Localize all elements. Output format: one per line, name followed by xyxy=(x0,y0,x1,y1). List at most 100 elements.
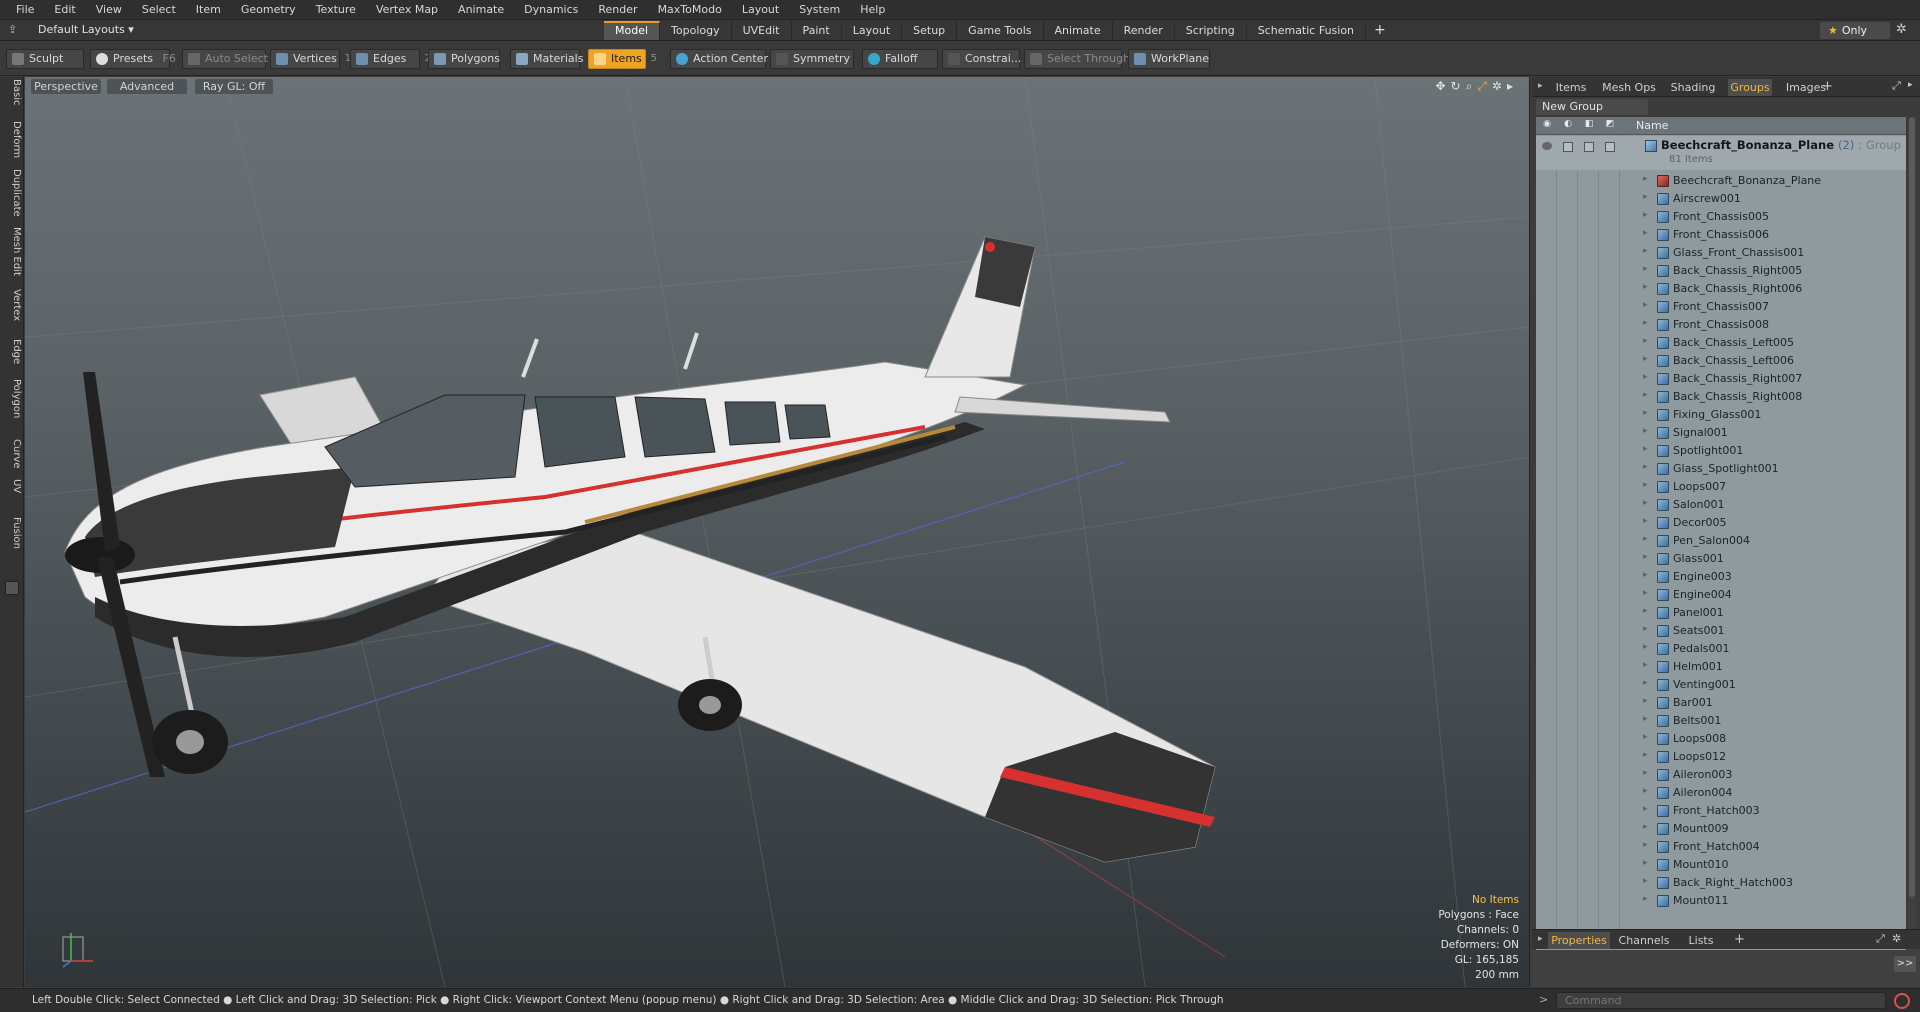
layout-tab-scripting[interactable]: Scripting xyxy=(1175,21,1247,40)
expand-arrow-icon[interactable]: ▸ xyxy=(1643,588,1648,598)
menu-maxtomodo[interactable]: MaxToModo xyxy=(648,0,732,20)
group-row[interactable]: Beechcraft_Bonanza_Plane (2) : Group 81 … xyxy=(1536,136,1906,170)
scene-render[interactable] xyxy=(25,77,1530,987)
add-properties-tab-icon[interactable]: + xyxy=(1734,932,1745,947)
menu-system[interactable]: System xyxy=(789,0,850,20)
zoom-icon[interactable]: ⌕ xyxy=(1466,79,1473,94)
items-button[interactable]: Items 5 xyxy=(588,49,657,69)
left-tab-curve[interactable]: Curve xyxy=(2,439,22,469)
properties-maximize-icon[interactable]: ⤢ xyxy=(1876,932,1885,946)
layout-tab-topology[interactable]: Topology xyxy=(660,21,732,40)
menu-help[interactable]: Help xyxy=(850,0,895,20)
symmetry-button[interactable]: Symmetry xyxy=(770,49,854,69)
expand-arrow-icon[interactable]: ▸ xyxy=(1643,858,1648,868)
list-item[interactable]: ▸ Back_Chassis_Right007 xyxy=(1536,370,1906,388)
expand-arrow-icon[interactable]: ▸ xyxy=(1643,390,1648,400)
list-item[interactable]: ▸ Back_Chassis_Right005 xyxy=(1536,262,1906,280)
expand-arrow-icon[interactable]: ▸ xyxy=(1643,300,1648,310)
left-tab-basic[interactable]: Basic xyxy=(2,79,22,105)
list-item[interactable]: ▸ Beechcraft_Bonanza_Plane xyxy=(1536,172,1906,190)
fit-icon[interactable]: ⤢ xyxy=(1477,79,1487,94)
polygons-button[interactable]: Polygons xyxy=(428,49,500,69)
list-item[interactable]: ▸ Back_Chassis_Left005 xyxy=(1536,334,1906,352)
menu-item[interactable]: Item xyxy=(186,0,231,20)
expand-arrow-icon[interactable]: ▸ xyxy=(1643,606,1648,616)
menu-render[interactable]: Render xyxy=(588,0,647,20)
shading-mode-dropdown[interactable]: Advanced xyxy=(107,79,187,94)
layout-tab-model[interactable]: Model xyxy=(604,21,661,40)
list-item[interactable]: ▸ Back_Right_Hatch003 xyxy=(1536,874,1906,892)
expand-arrow-icon[interactable]: ▸ xyxy=(1643,210,1648,220)
list-item[interactable]: ▸ Glass_Front_Chassis001 xyxy=(1536,244,1906,262)
expand-arrow-icon[interactable]: ▸ xyxy=(1643,570,1648,580)
expand-arrow-icon[interactable]: ▸ xyxy=(1643,354,1648,364)
layout-tab-schematic-fusion[interactable]: Schematic Fusion xyxy=(1247,21,1367,40)
expand-arrow-icon[interactable]: ▸ xyxy=(1643,444,1648,454)
expand-arrow-icon[interactable]: ▸ xyxy=(1643,660,1648,670)
list-item[interactable]: ▸ Glass_Spotlight001 xyxy=(1536,460,1906,478)
menu-view[interactable]: View xyxy=(86,0,132,20)
viewport-settings-icon[interactable]: ✲ xyxy=(1492,79,1502,94)
expand-arrow-icon[interactable]: ▸ xyxy=(1643,696,1648,706)
layouts-dropdown[interactable]: Default Layouts ▾ xyxy=(38,23,134,36)
list-item[interactable]: ▸ Loops008 xyxy=(1536,730,1906,748)
expand-arrow-icon[interactable]: ▸ xyxy=(1643,804,1648,814)
left-tab-duplicate[interactable]: Duplicate xyxy=(2,169,22,217)
panel-tab-shading[interactable]: Shading xyxy=(1666,79,1720,96)
left-tab-edge[interactable]: Edge xyxy=(2,339,22,364)
panel-tab-mesh-ops[interactable]: Mesh Ops xyxy=(1600,79,1658,96)
expand-arrow-icon[interactable]: ▸ xyxy=(1643,876,1648,886)
list-item[interactable]: ▸ Mount009 xyxy=(1536,820,1906,838)
expand-arrow-icon[interactable]: ▸ xyxy=(1643,768,1648,778)
left-tab-mesh-edit[interactable]: Mesh Edit xyxy=(2,227,22,276)
menu-vertex-map[interactable]: Vertex Map xyxy=(366,0,448,20)
list-item[interactable]: ▸ Front_Chassis007 xyxy=(1536,298,1906,316)
properties-tab-channels[interactable]: Channels xyxy=(1616,932,1672,949)
rotate-icon[interactable]: ↻ xyxy=(1451,79,1461,94)
expand-arrow-icon[interactable]: ▸ xyxy=(1643,498,1648,508)
layout-tab-uvedit[interactable]: UVEdit xyxy=(732,21,792,40)
view-dropdown[interactable]: Perspective xyxy=(31,79,101,94)
expand-arrow-icon[interactable]: ▸ xyxy=(1643,678,1648,688)
3d-viewport[interactable]: Perspective Advanced Ray GL: Off ✥ ↻ ⌕ ⤢… xyxy=(25,77,1530,987)
left-tab-vertex[interactable]: Vertex xyxy=(2,289,22,321)
expand-arrow-icon[interactable]: ▸ xyxy=(1643,822,1648,832)
select-column-icon[interactable]: ◩ xyxy=(1604,119,1616,131)
expand-arrow-icon[interactable]: ▸ xyxy=(1643,534,1648,544)
expand-arrow-icon[interactable]: ▸ xyxy=(1643,192,1648,202)
expand-arrow-icon[interactable]: ▸ xyxy=(1643,246,1648,256)
expand-arrow-icon[interactable]: ▸ xyxy=(1643,894,1648,904)
expand-arrow-icon[interactable]: ▸ xyxy=(1643,624,1648,634)
properties-menu-icon[interactable]: ▸ xyxy=(1538,934,1543,944)
properties-tab-properties[interactable]: Properties xyxy=(1548,932,1610,949)
gear-icon[interactable]: ✲ xyxy=(1896,22,1907,37)
menu-geometry[interactable]: Geometry xyxy=(231,0,306,20)
workplane-button[interactable]: WorkPlane xyxy=(1128,49,1210,69)
expand-arrow-icon[interactable]: ▸ xyxy=(1643,426,1648,436)
add-layout-tab-icon[interactable]: + xyxy=(1366,21,1394,40)
app-logo-icon[interactable]: ⇪ xyxy=(8,23,22,37)
expand-arrow-icon[interactable]: ▸ xyxy=(1643,642,1648,652)
auto-select-button[interactable]: Auto Select xyxy=(182,49,268,69)
list-item[interactable]: ▸ Glass001 xyxy=(1536,550,1906,568)
raygl-toggle[interactable]: Ray GL: Off xyxy=(195,79,273,94)
list-item[interactable]: ▸ Front_Hatch004 xyxy=(1536,838,1906,856)
expand-arrow-icon[interactable]: ▸ xyxy=(1643,174,1648,184)
list-item[interactable]: ▸ Spotlight001 xyxy=(1536,442,1906,460)
list-item[interactable]: ▸ Back_Chassis_Left006 xyxy=(1536,352,1906,370)
expand-arrow-icon[interactable]: ▸ xyxy=(1643,714,1648,724)
list-item[interactable]: ▸ Mount010 xyxy=(1536,856,1906,874)
menu-dynamics[interactable]: Dynamics xyxy=(514,0,588,20)
expand-arrow-icon[interactable]: ▸ xyxy=(1643,408,1648,418)
list-item[interactable]: ▸ Decor005 xyxy=(1536,514,1906,532)
menu-file[interactable]: File xyxy=(6,0,44,20)
list-item[interactable]: ▸ Engine003 xyxy=(1536,568,1906,586)
menu-edit[interactable]: Edit xyxy=(44,0,85,20)
expand-arrow-icon[interactable]: ▸ xyxy=(1643,264,1648,274)
presets-button[interactable]: Presets F6 xyxy=(90,49,176,69)
panel-options-icon[interactable]: ▸ xyxy=(1908,80,1913,90)
list-item[interactable]: ▸ Mount011 xyxy=(1536,892,1906,910)
list-item[interactable]: ▸ Venting001 xyxy=(1536,676,1906,694)
panel-tab-groups[interactable]: Groups xyxy=(1728,79,1772,96)
vertices-button[interactable]: Vertices 1 xyxy=(270,49,351,69)
